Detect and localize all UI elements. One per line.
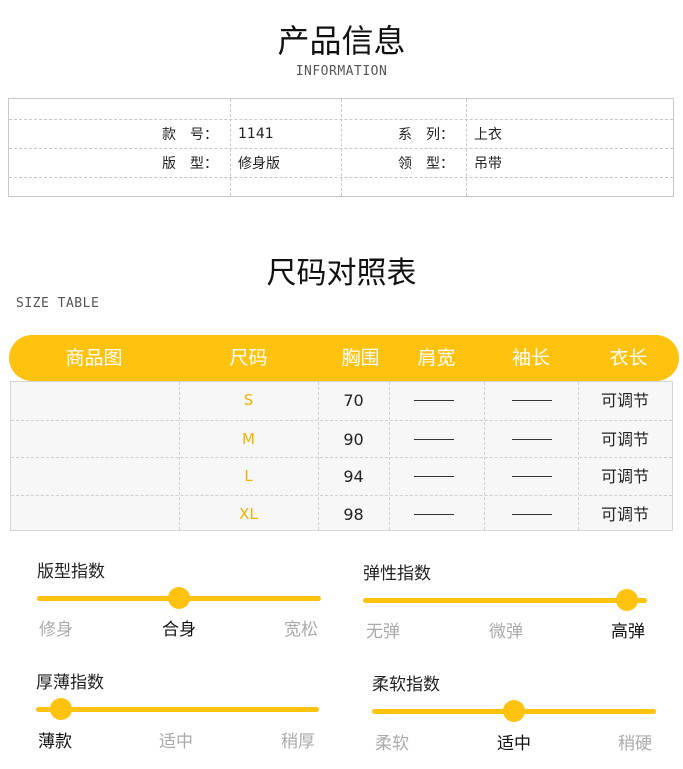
elasticity-index-label-slight: 微弹: [489, 622, 523, 642]
shoulder-empty-dash: [414, 438, 454, 440]
table-row: L 94 可调节: [11, 457, 672, 495]
fit-index-label-loose: 宽松: [284, 620, 318, 640]
info-row-empty: [9, 177, 673, 196]
elasticity-index-label-none: 无弹: [366, 622, 400, 642]
product-info-title: 产品信息: [277, 22, 406, 60]
size-value: XL: [239, 504, 258, 523]
info-row-empty: [9, 99, 673, 119]
info-row: 版 型： 修身版 领 型： 吊带: [9, 148, 673, 177]
info-value: 修身版: [238, 156, 280, 172]
length-value: 可调节: [600, 391, 649, 410]
size-value: M: [242, 429, 255, 448]
fit-index-knob: [168, 587, 190, 609]
thickness-index-label-thin: 薄款: [38, 732, 72, 752]
chest-value: 70: [343, 391, 364, 410]
size-table-title: 尺码对照表: [266, 256, 417, 291]
info-value: 上衣: [474, 127, 502, 143]
chest-value: 98: [343, 504, 364, 524]
product-info-subtitle: INFORMATION: [295, 64, 388, 79]
product-info-table: 款 号： 1141 系 列： 上衣 版 型： 修身版 领 型： 吊带: [8, 98, 674, 197]
softness-index-label-medium: 适中: [497, 734, 531, 754]
sleeve-empty-dash: [512, 513, 552, 515]
thickness-index-label-medium: 适中: [159, 732, 193, 752]
thickness-index-title: 厚薄指数: [36, 673, 104, 693]
info-value: 1141: [238, 126, 274, 142]
size-table-subtitle: SIZE TABLE: [16, 296, 100, 311]
thickness-index-track: [36, 707, 319, 712]
info-row: 款 号： 1141 系 列： 上衣: [9, 119, 673, 148]
softness-index-label-stiff: 稍硬: [618, 734, 652, 754]
header-size: 尺码: [229, 347, 268, 369]
info-value: 吊带: [474, 156, 502, 172]
info-label: 版 型：: [162, 156, 218, 172]
shoulder-empty-dash: [414, 400, 454, 401]
info-label: 领 型：: [398, 156, 454, 172]
thickness-index-label-thick: 稍厚: [281, 732, 315, 752]
thickness-index-knob: [50, 698, 73, 720]
fit-index-label-regular: 合身: [162, 620, 196, 640]
table-row: XL 98 可调节: [11, 494, 672, 533]
info-label: 系 列：: [398, 127, 454, 143]
header-shoulder: 肩宽: [417, 347, 456, 369]
header-product-image: 商品图: [65, 347, 123, 369]
length-value: 可调节: [600, 467, 649, 486]
elasticity-index-title: 弹性指数: [363, 564, 431, 584]
chest-value: 94: [343, 467, 364, 486]
softness-index-title: 柔软指数: [372, 675, 440, 695]
fit-index-title: 版型指数: [37, 562, 105, 582]
size-value: L: [244, 467, 253, 485]
shoulder-empty-dash: [414, 476, 454, 477]
size-table-header: 商品图 尺码 胸围 肩宽 袖长 衣长: [9, 335, 679, 381]
shoulder-empty-dash: [414, 513, 454, 515]
elasticity-index-knob: [616, 589, 639, 611]
chest-value: 90: [343, 429, 364, 449]
elasticity-index-label-high: 高弹: [611, 622, 645, 642]
length-value: 可调节: [600, 429, 649, 449]
header-sleeve: 袖长: [511, 347, 550, 369]
fit-index-label-slim: 修身: [39, 620, 73, 640]
length-value: 可调节: [600, 504, 649, 524]
softness-index-knob: [503, 700, 525, 722]
elasticity-index-track: [363, 598, 647, 603]
size-value: S: [243, 391, 254, 409]
sleeve-empty-dash: [512, 476, 552, 477]
table-row: M 90 可调节: [11, 419, 672, 458]
table-row: S 70 可调节: [11, 382, 672, 420]
header-length: 衣长: [609, 347, 648, 369]
info-label: 款 号：: [162, 127, 218, 143]
size-table-body: S 70 可调节 M 90 可调节 L 94 可调节 XL 98 可调节: [10, 381, 673, 531]
sleeve-empty-dash: [512, 400, 552, 401]
sleeve-empty-dash: [512, 438, 552, 440]
softness-index-label-soft: 柔软: [375, 734, 409, 754]
